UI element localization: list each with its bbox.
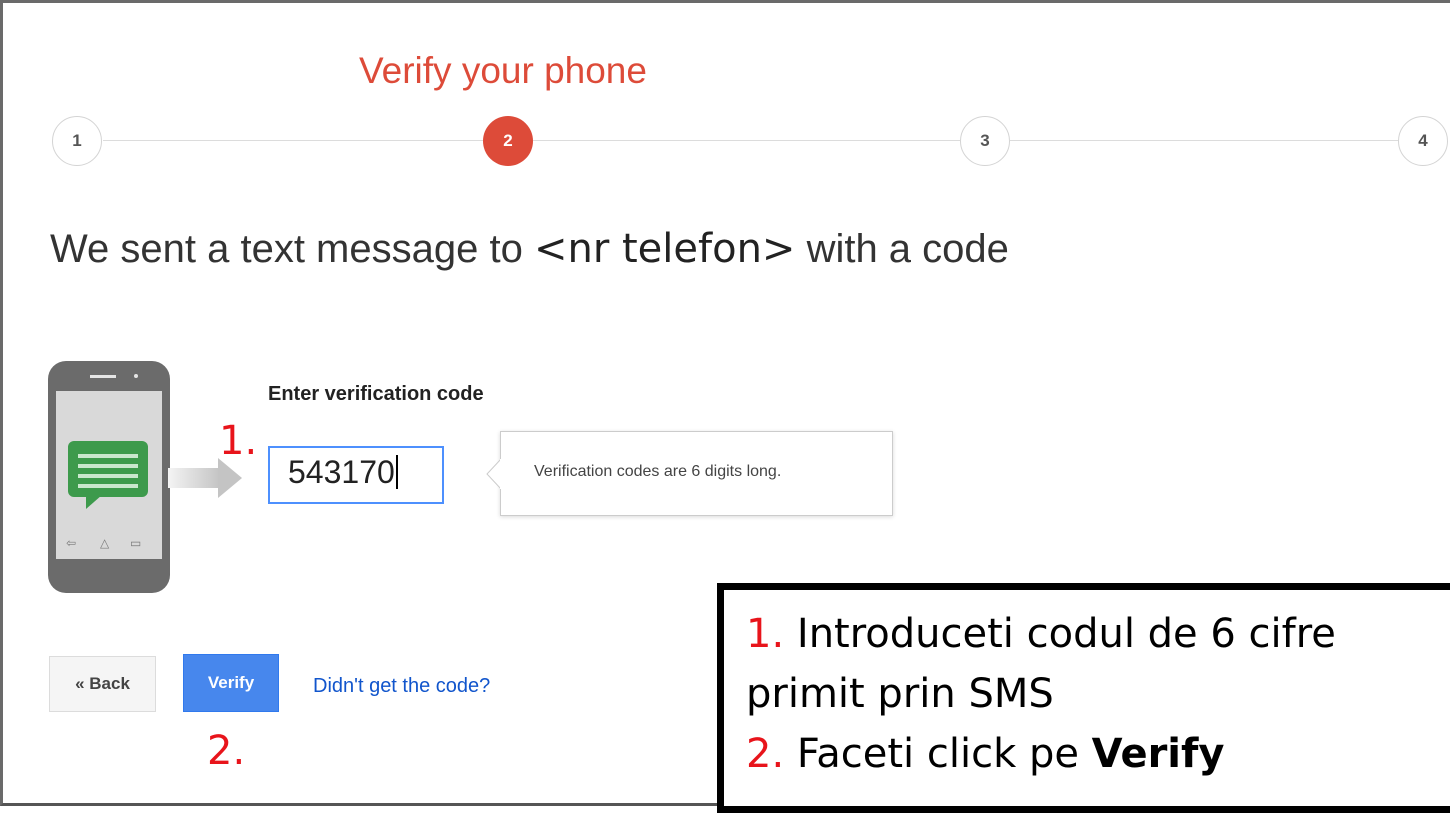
svg-text:⇦: ⇦ [66, 536, 76, 550]
step-title: Verify your phone [359, 50, 647, 91]
annotation-marker-2: 2. [207, 728, 246, 774]
svg-text:△: △ [100, 536, 110, 550]
verify-button[interactable]: Verify [183, 654, 279, 712]
note-line-2: primit prin SMS [746, 671, 1054, 717]
step-connector [533, 140, 960, 141]
headline-after: with a code [806, 227, 1009, 271]
annotation-marker-1: 1. [219, 418, 258, 464]
phone-illustration-icon: ⇦ △ ▭ [48, 361, 170, 593]
text-caret [395, 455, 398, 489]
arrow-right-icon [168, 458, 242, 498]
step-3: 3 [960, 116, 1010, 166]
headline-phone: <nr telefon> [533, 226, 796, 272]
step-4: 4 [1398, 116, 1448, 166]
step-connector [103, 140, 483, 141]
verification-code-input[interactable]: 543170 [268, 446, 444, 504]
resend-code-link[interactable]: Didn't get the code? [313, 675, 490, 698]
headline-before: We sent a text message to [50, 227, 523, 271]
step-1: 1 [52, 116, 102, 166]
svg-text:▭: ▭ [130, 536, 141, 550]
instruction-note: 1. Introduceti codul de 6 cifre primit p… [717, 583, 1450, 813]
step-connector [1010, 140, 1398, 141]
code-label: Enter verification code [268, 383, 484, 405]
note-line-1: 1. Introduceti codul de 6 cifre [746, 611, 1336, 657]
back-button[interactable]: « Back [49, 656, 156, 712]
note-line-3: 2. Faceti click pe Verify [746, 731, 1225, 777]
step-2-active: 2 [483, 116, 533, 166]
page-headline: We sent a text message to <nr telefon> w… [50, 226, 1009, 272]
tooltip-tail [486, 459, 502, 489]
code-value: 543170 [288, 454, 395, 490]
code-length-tooltip: Verification codes are 6 digits long. [500, 431, 893, 516]
